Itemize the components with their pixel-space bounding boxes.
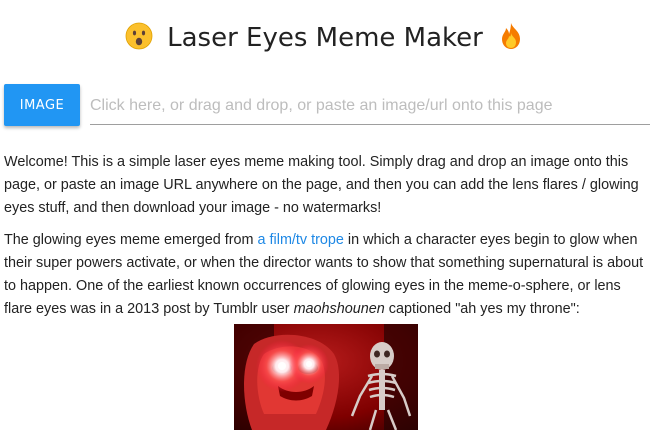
title-text: Laser Eyes Meme Maker — [167, 22, 483, 53]
glowing-eyes-meme-image — [234, 324, 418, 430]
page: Laser Eyes Meme Maker IMAGE Welcome! Thi… — [0, 0, 650, 430]
intro-paragraph: Welcome! This is a simple laser eyes mem… — [4, 154, 639, 216]
film-tv-trope-link[interactable]: a film/tv trope — [258, 232, 344, 248]
fire-icon — [497, 22, 525, 50]
history-paragraph: The glowing eyes meme emerged from a fil… — [4, 229, 648, 321]
history-text-3: captioned "ah yes my throne": — [384, 301, 580, 317]
history-text-1: The glowing eyes meme emerged from — [4, 232, 258, 248]
face-with-open-mouth-icon — [125, 22, 153, 50]
page-title: Laser Eyes Meme Maker — [0, 22, 650, 53]
tumblr-username: maohshounen — [293, 301, 385, 317]
image-url-input[interactable] — [90, 88, 650, 125]
image-upload-button[interactable]: IMAGE — [4, 84, 80, 126]
